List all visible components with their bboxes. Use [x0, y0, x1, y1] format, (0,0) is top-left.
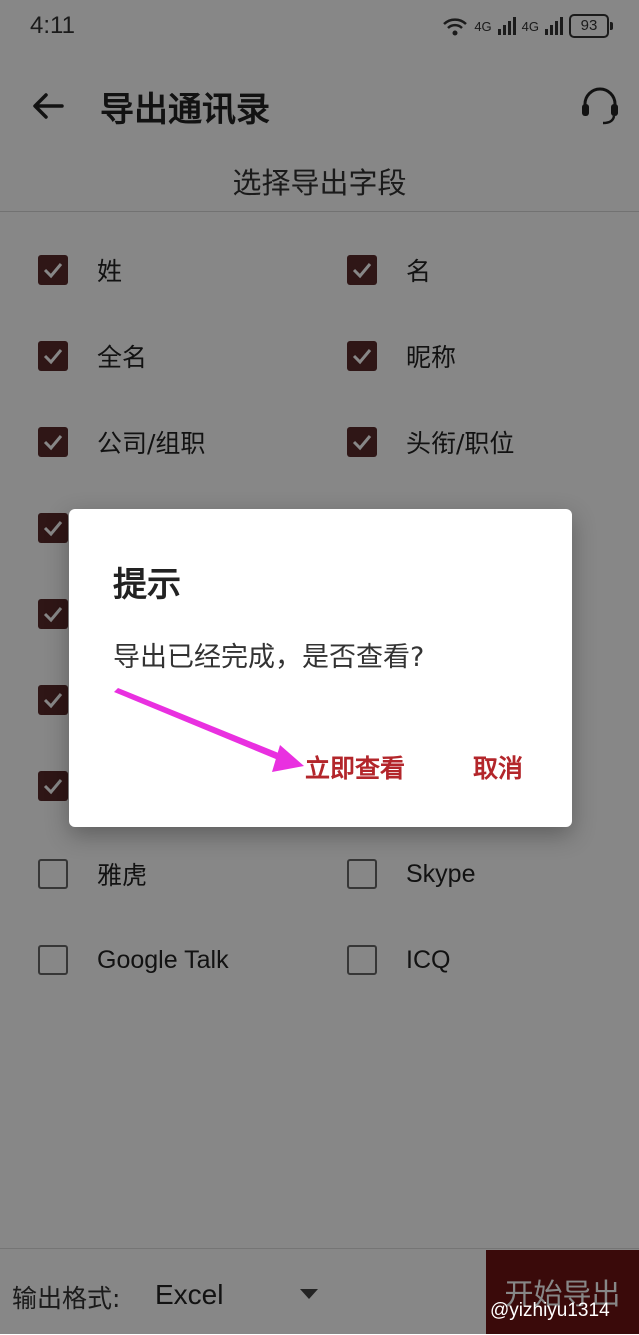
alert-dialog: 提示 导出已经完成，是否查看? 立即查看 取消 [69, 509, 572, 827]
dialog-title: 提示 [113, 565, 181, 605]
dialog-message: 导出已经完成，是否查看? [113, 642, 425, 673]
view-now-button[interactable]: 立即查看 [305, 749, 405, 785]
watermark: @yizhiyu1314 [490, 1300, 610, 1321]
cancel-button[interactable]: 取消 [473, 749, 523, 785]
